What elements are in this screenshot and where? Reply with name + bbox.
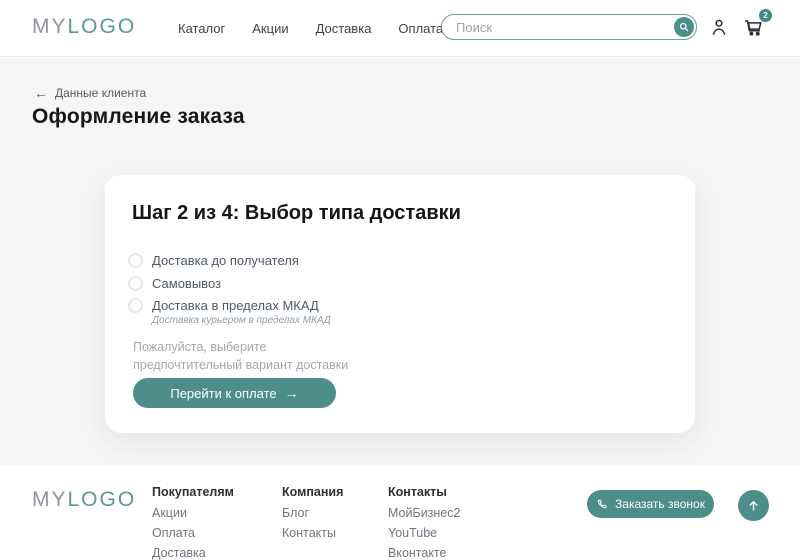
- footer-column-title: Компания: [282, 485, 343, 499]
- search-box: [441, 14, 697, 40]
- call-button-label: Заказать звонок: [615, 497, 705, 511]
- search-button[interactable]: [674, 17, 694, 37]
- footer-link-delivery[interactable]: Доставка: [152, 546, 206, 560]
- footer-link-youtube[interactable]: YouTube: [388, 526, 437, 540]
- submit-label: Перейти к оплате: [170, 386, 276, 401]
- helper-line-1: Пожалуйста, выберите: [133, 338, 348, 356]
- footer-link-moybiznes[interactable]: МойБизнес2: [388, 506, 460, 520]
- site-logo[interactable]: MYLOGO: [32, 16, 136, 37]
- delivery-option-recipient[interactable]: Доставка до получателя: [128, 252, 299, 269]
- delivery-option-pickup[interactable]: Самовывоз: [128, 275, 221, 292]
- delivery-option-mkad[interactable]: Доставка в пределах МКАД Доставка курьер…: [128, 297, 331, 327]
- option-label: Самовывоз: [152, 275, 221, 292]
- footer-link-promos[interactable]: Акции: [152, 506, 187, 520]
- footer-link-payment[interactable]: Оплата: [152, 526, 195, 540]
- footer-link-vk[interactable]: Вконтакте: [388, 546, 446, 560]
- nav-item-catalog[interactable]: Каталог: [178, 21, 225, 36]
- back-link-label: Данные клиента: [55, 86, 146, 100]
- go-to-payment-button[interactable]: Перейти к оплате →: [133, 378, 336, 408]
- logo-part-logo: LOGO: [68, 15, 137, 38]
- account-icon[interactable]: [709, 17, 729, 37]
- main-nav: Каталог Акции Доставка Оплата: [178, 0, 443, 56]
- logo-part-logo: LOGO: [68, 488, 137, 511]
- back-link[interactable]: ← Данные клиента: [34, 86, 146, 100]
- footer-link-blog[interactable]: Блог: [282, 506, 309, 520]
- option-note: Доставка курьером в пределах МКАД: [152, 315, 331, 327]
- nav-item-delivery[interactable]: Доставка: [316, 21, 372, 36]
- back-arrow-icon: ←: [34, 86, 48, 100]
- arrow-right-icon: →: [285, 385, 299, 401]
- helper-text: Пожалуйста, выберите предпочтительный ва…: [133, 338, 348, 374]
- phone-icon: [596, 498, 608, 510]
- logo-part-my: MY: [32, 15, 68, 38]
- search-input[interactable]: [456, 19, 646, 36]
- footer-column-title: Покупателям: [152, 485, 234, 499]
- nav-item-payment[interactable]: Оплата: [398, 21, 443, 36]
- arrow-up-icon: [746, 498, 761, 513]
- radio-icon[interactable]: [128, 276, 143, 291]
- checkout-step-card: Шаг 2 из 4: Выбор типа доставки Доставка…: [105, 175, 695, 433]
- header: MYLOGO Каталог Акции Доставка Оплата 2: [0, 0, 800, 57]
- helper-line-2: предпочтительный вариант доставки: [133, 356, 348, 374]
- logo-part-my: MY: [32, 488, 68, 511]
- main-content: ← Данные клиента Оформление заказа Шаг 2…: [0, 58, 800, 466]
- step-title: Шаг 2 из 4: Выбор типа доставки: [132, 202, 461, 225]
- search-icon: [678, 21, 690, 33]
- footer-link-contacts[interactable]: Контакты: [282, 526, 336, 540]
- checkout-page: MYLOGO Каталог Акции Доставка Оплата 2 ←: [0, 0, 800, 560]
- cart-count-badge: 2: [759, 9, 772, 22]
- page-title: Оформление заказа: [32, 105, 245, 129]
- option-label: Доставка до получателя: [152, 252, 299, 269]
- request-call-button[interactable]: Заказать звонок: [587, 490, 714, 518]
- nav-item-promos[interactable]: Акции: [252, 21, 288, 36]
- radio-icon[interactable]: [128, 298, 143, 313]
- radio-icon[interactable]: [128, 253, 143, 268]
- footer-logo[interactable]: MYLOGO: [32, 488, 136, 512]
- footer: MYLOGO Покупателям Акции Оплата Доставка…: [0, 466, 800, 560]
- scroll-to-top-button[interactable]: [738, 490, 769, 521]
- option-label: Доставка в пределах МКАД: [152, 297, 331, 314]
- footer-column-title: Контакты: [388, 485, 447, 499]
